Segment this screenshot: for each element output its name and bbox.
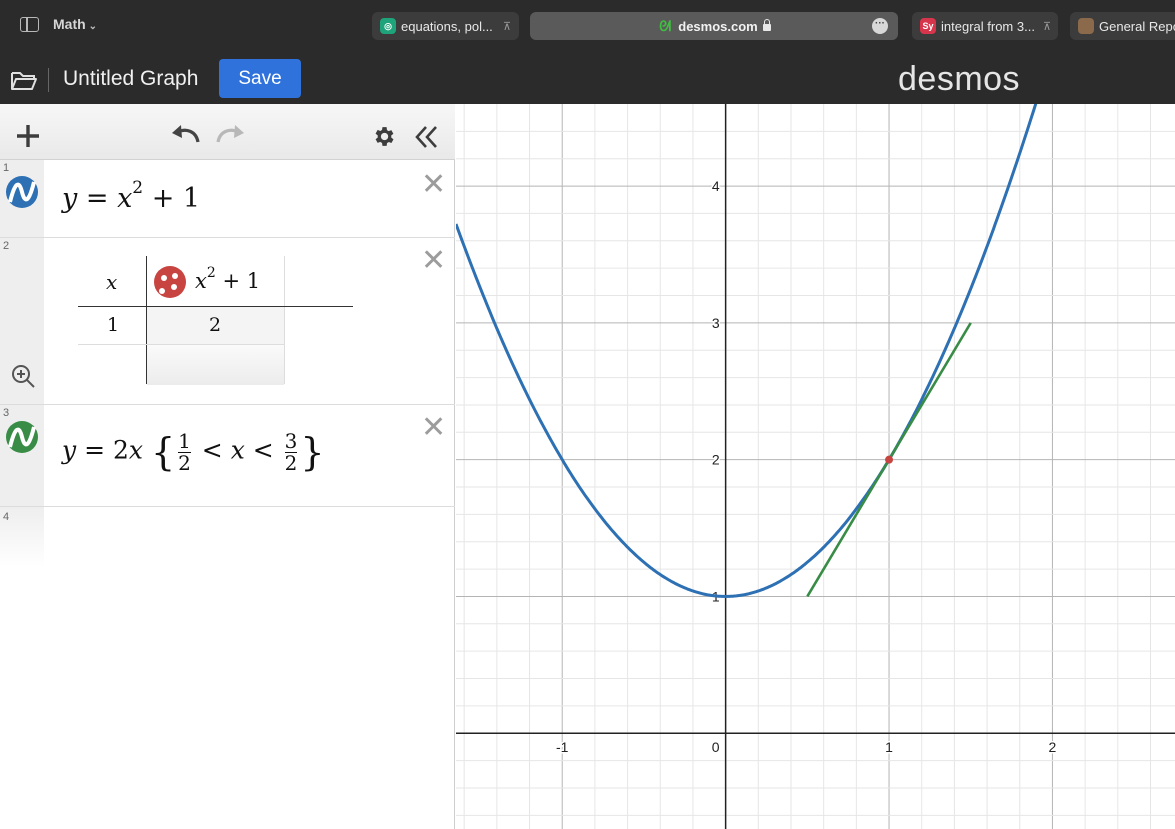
- tab-group-label: Math: [53, 16, 86, 32]
- collapse-panel-icon[interactable]: [414, 124, 440, 150]
- points-color-icon[interactable]: [153, 265, 187, 299]
- redo-icon[interactable]: [214, 122, 246, 146]
- table-header-y[interactable]: x2 + 1: [195, 265, 260, 293]
- expression-index: 2: [3, 240, 10, 252]
- table-column-divider: [284, 256, 285, 384]
- expression-index: 3: [3, 407, 10, 419]
- delete-expression-icon[interactable]: ✕: [421, 246, 446, 276]
- table-empty-row: [147, 345, 284, 385]
- expression-gutter: 3: [0, 405, 44, 506]
- tab-favicon-icon: ◎: [380, 18, 396, 34]
- header-divider: [48, 68, 49, 92]
- data-point: [885, 455, 894, 464]
- expression-panel: 1 y = x2 + 1 ✕ 2 x x2 + 1 1 2 ✕ 3 y = 2x…: [0, 104, 455, 829]
- x-tick-label: -1: [556, 739, 569, 755]
- table: x x2 + 1 1 2: [78, 256, 353, 396]
- x-tick-label: 1: [885, 739, 893, 755]
- zoom-fit-icon[interactable]: [11, 364, 36, 389]
- chevron-down-icon: ⌄: [88, 21, 98, 32]
- curve-color-icon[interactable]: [5, 175, 39, 209]
- table-header-x[interactable]: x: [106, 270, 117, 294]
- tab-favicon-icon: [1078, 18, 1094, 34]
- undo-icon[interactable]: [170, 122, 202, 146]
- lock-icon: [762, 18, 771, 31]
- url-text: desmos.com: [678, 18, 758, 34]
- pin-icon: ⊼: [1042, 20, 1051, 33]
- desmos-favicon-icon: ᘛ: [659, 17, 672, 34]
- expression-index: 1: [3, 162, 10, 174]
- expression-math[interactable]: y = 2x {1 2 < x < 3 2}: [62, 430, 325, 474]
- tab-title: General Repo: [1099, 18, 1175, 34]
- line-color-icon[interactable]: [5, 420, 39, 454]
- y-tick-label: 4: [712, 178, 720, 194]
- folder-icon[interactable]: [10, 69, 38, 91]
- browser-tab-active[interactable]: ᘛ desmos.com ···: [530, 12, 898, 40]
- expression-item[interactable]: 1 y = x2 + 1 ✕: [0, 160, 455, 238]
- empty-expression-item[interactable]: 4: [0, 507, 455, 567]
- expression-gutter: 4: [0, 507, 44, 567]
- y-tick-label: 2: [712, 452, 720, 468]
- x-tick-label: 2: [1049, 739, 1057, 755]
- add-item-icon[interactable]: [15, 123, 41, 149]
- graph-title[interactable]: Untitled Graph: [63, 67, 198, 91]
- expression-toolbar: [0, 104, 455, 160]
- desmos-header: Untitled Graph Save desmos: [0, 52, 1175, 104]
- delete-expression-icon[interactable]: ✕: [421, 413, 446, 443]
- save-button[interactable]: Save: [219, 59, 301, 98]
- expression-index: 4: [3, 511, 10, 523]
- browser-tab[interactable]: ◎ equations, pol... ⊼: [372, 12, 519, 40]
- settings-gear-icon[interactable]: [371, 124, 396, 149]
- desmos-logo: desmos: [898, 60, 1021, 98]
- tab-favicon-icon: Sy: [920, 18, 936, 34]
- tab-title: equations, pol...: [401, 18, 493, 34]
- expression-gutter: 2: [0, 238, 44, 404]
- browser-tab[interactable]: Sy integral from 3... ⊼: [912, 12, 1058, 40]
- table-item[interactable]: 2 x x2 + 1 1 2 ✕: [0, 238, 455, 405]
- browser-tab[interactable]: General Repo: [1070, 12, 1175, 40]
- graph-canvas[interactable]: -1 0 1 2 1 2 3 4: [456, 104, 1175, 829]
- tab-group-picker[interactable]: Math ⌄: [53, 16, 97, 32]
- delete-expression-icon[interactable]: ✕: [421, 170, 446, 200]
- tab-title: integral from 3...: [941, 18, 1035, 34]
- table-cell[interactable]: 1: [107, 314, 119, 336]
- pin-icon: ⊼: [502, 20, 511, 33]
- expression-gutter: 1: [0, 160, 44, 237]
- graph-plot[interactable]: -1 0 1 21234: [456, 104, 1175, 829]
- more-options-icon[interactable]: ···: [872, 18, 888, 34]
- x-tick-label: 0: [712, 739, 720, 755]
- y-tick-label: 3: [712, 315, 720, 331]
- expression-item[interactable]: 3 y = 2x {1 2 < x < 3 2} ✕: [0, 405, 455, 507]
- expression-math[interactable]: y = x2 + 1: [62, 178, 200, 214]
- browser-chrome: Math ⌄ ◎ equations, pol... ⊼ ᘛ desmos.com…: [0, 0, 1175, 52]
- sidebar-toggle-icon[interactable]: [20, 17, 39, 32]
- table-cell[interactable]: 2: [209, 314, 221, 336]
